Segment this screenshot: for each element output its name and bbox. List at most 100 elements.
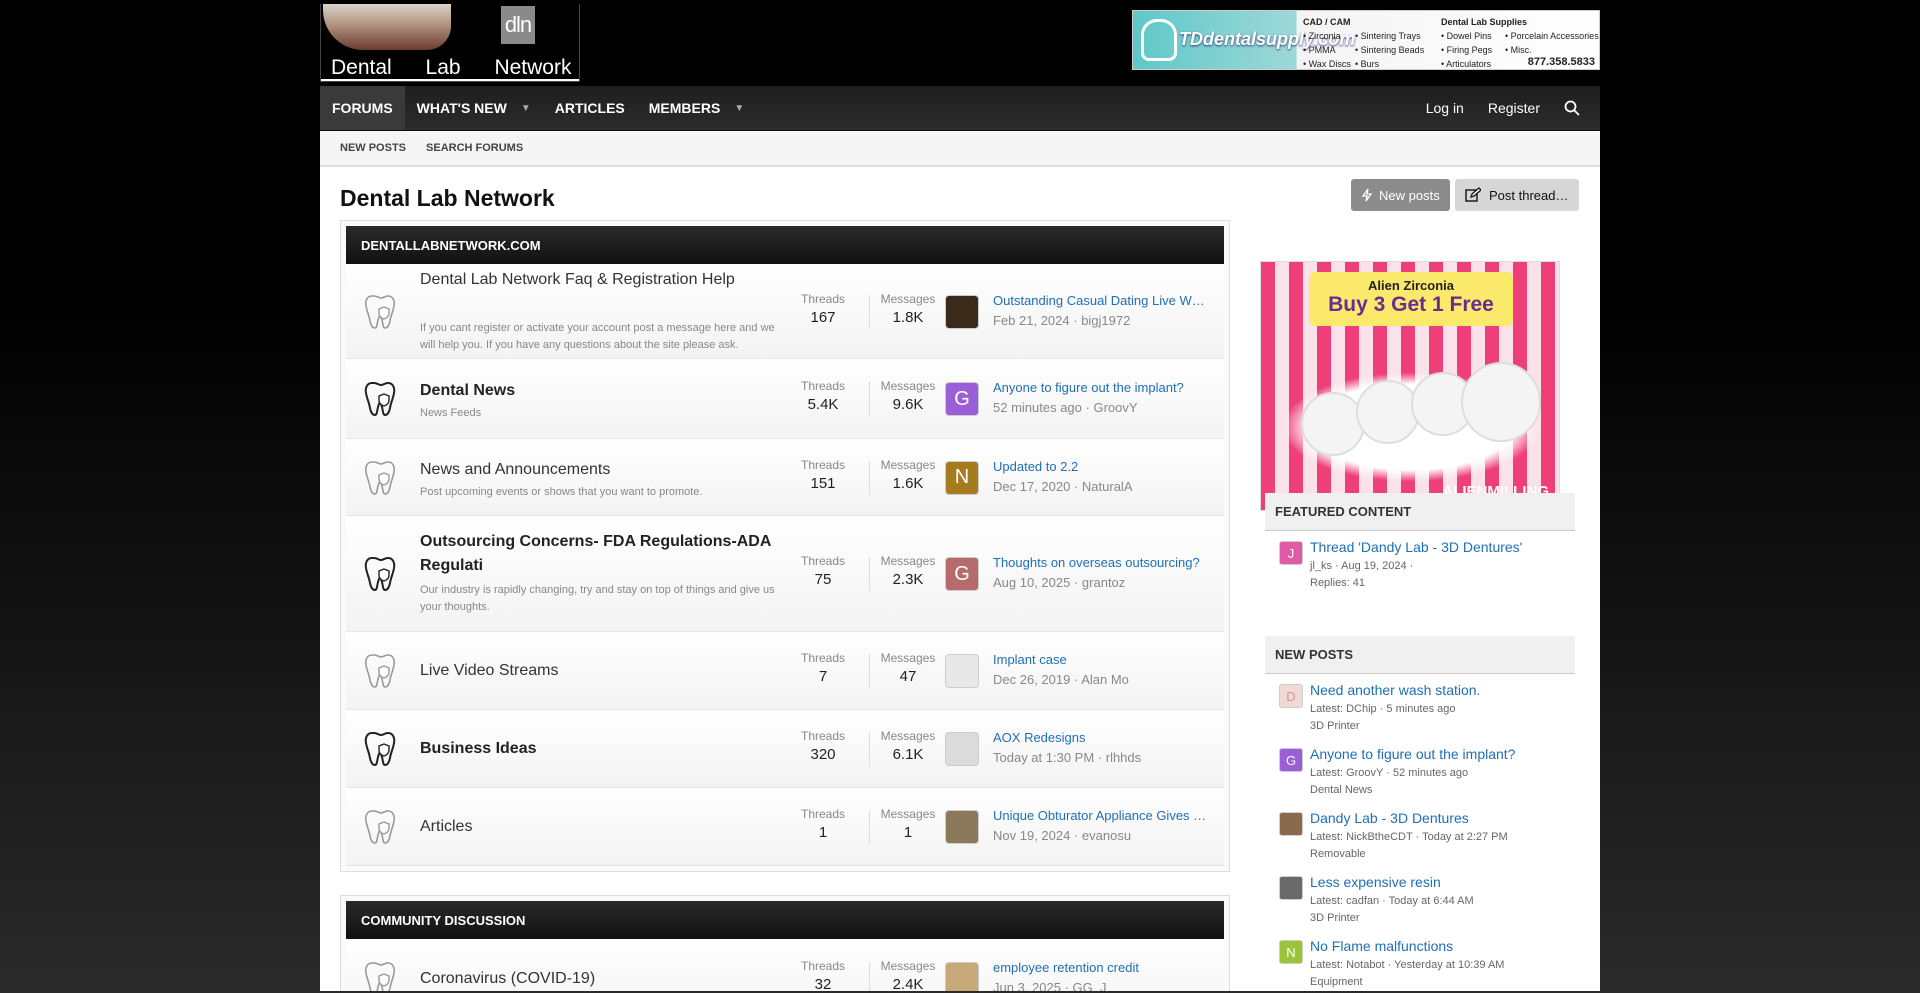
sidebar-post-forum[interactable]: Removable (1310, 848, 1366, 860)
sidebar-post-forum[interactable]: Equipment (1310, 976, 1363, 988)
forum-title[interactable]: Business Ideas (420, 737, 780, 761)
avatar[interactable] (945, 962, 979, 991)
avatar[interactable] (1279, 812, 1303, 836)
subnav-new-posts[interactable]: NEW POSTS (340, 142, 406, 154)
last-post-title[interactable]: employee retention credit (993, 960, 1209, 975)
last-post-title[interactable]: Anyone to figure out the implant? (993, 380, 1209, 395)
last-post-title[interactable]: AOX Redesigns (993, 730, 1209, 745)
register-link[interactable]: Register (1476, 86, 1552, 130)
sidebar-post-item[interactable]: Less expensive resin Latest: cadfan · Tod… (1265, 866, 1575, 930)
forum-title[interactable]: Outsourcing Concerns- FDA Regulations-AD… (420, 530, 780, 578)
last-post-meta: Dec 26, 2019 · Alan Mo (993, 672, 1209, 687)
avatar[interactable]: N (945, 460, 979, 495)
threads-count: 5.4K (807, 396, 839, 413)
forum-node[interactable]: Dental News News Feeds Threads 5.4K Messages… (346, 359, 1224, 439)
last-post-user[interactable]: GroovY (1093, 400, 1137, 415)
forum-node[interactable]: Articles Threads 1 Messages 1 Unique Obturato… (346, 788, 1224, 866)
last-post-title[interactable]: Thoughts on overseas outsourcing? (993, 555, 1209, 570)
last-post-title[interactable]: Updated to 2.2 (993, 459, 1209, 474)
avatar[interactable] (945, 294, 979, 329)
avatar[interactable]: G (945, 557, 979, 591)
forum-node[interactable]: Coronavirus (COVID-19) Threads 32 Messages 2… (346, 939, 1224, 991)
forum-title[interactable]: Dental Lab Network Faq & Registration He… (420, 268, 780, 292)
sidebar-post-item[interactable]: Dandy Lab - 3D Dentures Latest: NickBtheC… (1265, 802, 1575, 866)
new-posts-button[interactable]: New posts (1351, 179, 1450, 211)
chevron-down-icon[interactable]: ▼ (521, 103, 531, 114)
forum-title[interactable]: Coronavirus (COVID-19) (420, 967, 780, 991)
nav-whats-new[interactable]: WHAT'S NEW ▼ (405, 86, 543, 130)
nav-forums[interactable]: FORUMS (320, 86, 405, 130)
last-post-title[interactable]: Unique Obturator Appliance Gives … (993, 808, 1209, 823)
page-wrapper: dln Dental Lab Network TDdentalsupply.co… (320, 0, 1600, 991)
category-header[interactable]: DENTALLABNETWORK.COM (346, 226, 1224, 264)
sub-nav: NEW POSTS SEARCH FORUMS (320, 131, 1600, 167)
sidebar-post-meta: Latest: NickBtheCDT · Today at 2:27 PM (1310, 831, 1508, 843)
last-post-user[interactable]: GG_J (1073, 980, 1107, 991)
last-post-user[interactable]: grantoz (1082, 575, 1125, 590)
nav-members[interactable]: MEMBERS ▼ (637, 86, 756, 130)
avatar[interactable]: N (1279, 940, 1303, 964)
sidebar-post-forum[interactable]: Dental News (1310, 784, 1372, 796)
threads-label: Threads (800, 291, 846, 306)
category-header[interactable]: COMMUNITY DISCUSSION (346, 901, 1224, 939)
sidebar-post-title[interactable]: Need another wash station. (1310, 682, 1480, 698)
forum-node[interactable]: Outsourcing Concerns- FDA Regulations-AD… (346, 516, 1224, 632)
sidebar-post-forum[interactable]: 3D Printer (1310, 720, 1360, 732)
avatar[interactable] (1279, 876, 1303, 900)
avatar[interactable] (945, 732, 979, 766)
last-post-user[interactable]: Alan Mo (1081, 672, 1129, 687)
last-post-user[interactable]: NaturalA (1082, 479, 1133, 494)
search-icon[interactable] (1552, 86, 1600, 130)
last-post-user[interactable]: bigj1972 (1081, 313, 1130, 328)
sidebar-post-forum[interactable]: Replies: 41 (1310, 577, 1365, 589)
top-banner-ad[interactable]: TDdentalsupply.com CAD / CAM • Zirconia … (1132, 10, 1600, 70)
last-post-title[interactable]: Implant case (993, 652, 1209, 667)
logo-word-dental: Dental (331, 56, 392, 79)
new-posts-list: D Need another wash station. Latest: DChip… (1265, 674, 1575, 991)
ad-col-3-title: Dental Lab Supplies (1441, 17, 1528, 27)
last-post-title[interactable]: Outstanding Casual Dating Live W… (993, 293, 1209, 308)
sidebar-post-title[interactable]: Dandy Lab - 3D Dentures (1310, 810, 1469, 826)
avatar[interactable]: D (1279, 684, 1303, 708)
forum-node[interactable]: Live Video Streams Threads 7 Messages 47 Impl… (346, 632, 1224, 710)
nav-articles[interactable]: ARTICLES (543, 86, 637, 130)
forum-title[interactable]: Dental News (420, 379, 780, 403)
post-thread-button[interactable]: Post thread… (1455, 179, 1579, 211)
last-post-meta: Dec 17, 2020 · NaturalA (993, 479, 1209, 494)
sidebar-post-forum[interactable]: 3D Printer (1310, 912, 1360, 924)
last-post: Thoughts on overseas outsourcing? Aug 10,… (993, 555, 1209, 590)
main-content: Dental Lab Network New posts Post thread… (320, 167, 1600, 991)
sidebar-post-item[interactable]: G Anyone to figure out the implant? Latest… (1265, 738, 1575, 802)
avatar[interactable] (945, 654, 979, 688)
forum-tooth-icon (364, 960, 396, 991)
sidebar-post-title[interactable]: Thread 'Dandy Lab - 3D Dentures' (1310, 539, 1522, 555)
forum-node[interactable]: Business Ideas Threads 320 Messages 6.1K AOX … (346, 710, 1224, 788)
forum-title[interactable]: Articles (420, 815, 780, 839)
sidebar-post-item[interactable]: N No Flame malfunctions Latest: Notabot · … (1265, 930, 1575, 991)
last-post-user[interactable]: rlhhds (1106, 750, 1141, 765)
site-logo[interactable]: dln Dental Lab Network (320, 4, 580, 82)
sidebar-post-item[interactable]: J Thread 'Dandy Lab - 3D Dentures' jl_ks ·… (1265, 531, 1575, 597)
forum-title[interactable]: Live Video Streams (420, 659, 780, 683)
forum-title[interactable]: News and Announcements (420, 458, 780, 482)
messages-count: 9.6K (892, 396, 924, 413)
sidebar-post-item[interactable]: D Need another wash station. Latest: DChip… (1265, 674, 1575, 738)
last-post-user[interactable]: evanosu (1082, 828, 1131, 843)
forum-node[interactable]: Dental Lab Network Faq & Registration He… (346, 264, 1224, 359)
sidebar-post-title[interactable]: Less expensive resin (1310, 874, 1441, 890)
login-link[interactable]: Log in (1414, 86, 1476, 130)
stat-divider (869, 654, 870, 688)
subnav-search-forums[interactable]: SEARCH FORUMS (426, 142, 523, 154)
avatar[interactable]: G (945, 382, 979, 416)
sidebar-post-meta: Latest: cadfan · Today at 6:44 AM (1310, 895, 1474, 907)
chevron-down-icon[interactable]: ▼ (734, 103, 744, 114)
avatar[interactable] (945, 810, 979, 844)
sidebar-post-title[interactable]: Anyone to figure out the implant? (1310, 746, 1515, 762)
sidebar-ad[interactable]: Alien Zirconia Buy 3 Get 1 Free ALIENMIL… (1260, 261, 1560, 511)
avatar[interactable]: J (1279, 541, 1303, 565)
last-post-meta: Jun 3, 2025 · GG_J (993, 980, 1209, 991)
sidebar-post-title[interactable]: No Flame malfunctions (1310, 938, 1453, 954)
forum-category: COMMUNITY DISCUSSION Coronavirus (COVID-1… (340, 895, 1230, 991)
avatar[interactable]: G (1279, 748, 1303, 772)
forum-node[interactable]: News and Announcements Post upcoming even… (346, 439, 1224, 516)
